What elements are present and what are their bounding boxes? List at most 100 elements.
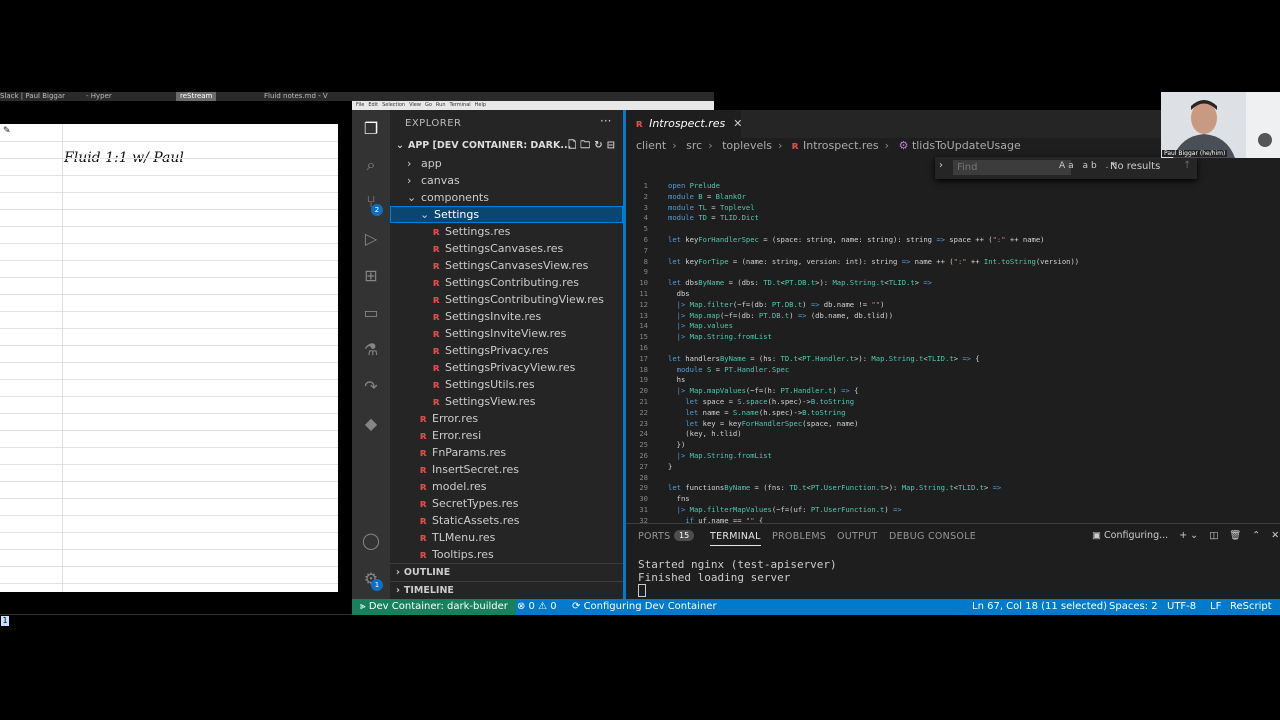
taskbar-item-restream[interactable]: reStream xyxy=(176,92,217,101)
tab-output[interactable]: OUTPUT xyxy=(837,531,878,542)
language-mode[interactable]: ReScript xyxy=(1230,599,1272,615)
search-icon[interactable]: ⌕ xyxy=(362,156,380,174)
extensions-icon[interactable]: ⊞ xyxy=(362,267,380,285)
tree-file[interactable]: ʀ Tooltips.res xyxy=(390,546,623,563)
taskbar-item-hyper[interactable]: - Hyper xyxy=(86,92,112,101)
tree-file[interactable]: ʀ TLMenu.res xyxy=(390,529,623,546)
tab-ports[interactable]: PORTS xyxy=(638,531,670,542)
testing-icon[interactable]: ⚗ xyxy=(362,341,380,359)
project-root[interactable]: ⌄ APP [DEV CONTAINER: DARK... 🗋🗀↻⊟ xyxy=(390,136,623,155)
more-actions-icon[interactable]: ··· xyxy=(600,114,611,128)
toggle-replace-icon[interactable]: › xyxy=(939,160,943,171)
menu-item[interactable]: Selection xyxy=(382,102,405,108)
account-icon[interactable]: ◯ xyxy=(362,532,380,550)
tree-folder[interactable]: ⌄ components xyxy=(390,189,623,206)
problems-status[interactable]: ⊗ 0 ⚠ 0 xyxy=(517,599,557,615)
terminal-task-label[interactable]: Configuring... xyxy=(1104,530,1168,541)
remote-explorer-icon[interactable]: ▭ xyxy=(362,304,380,322)
taskbar-item-slack[interactable]: Slack | Paul Biggar xyxy=(0,92,65,101)
tree-file[interactable]: ʀ FnParams.res xyxy=(390,444,623,461)
tree-file[interactable]: ʀ model.res xyxy=(390,478,623,495)
cursor-position[interactable]: Ln 67, Col 18 (11 selected) xyxy=(972,599,1107,615)
split-icon[interactable]: ◫ xyxy=(1209,530,1218,541)
breadcrumb-item[interactable]: src xyxy=(686,139,702,152)
tree-folder[interactable]: › canvas xyxy=(390,172,623,189)
tree-file[interactable]: ʀ SettingsInviteView.res xyxy=(390,325,623,342)
menu-item[interactable]: Terminal xyxy=(450,102,471,108)
terminal-line: Started nginx (test-apiserver) xyxy=(638,558,837,571)
timeline-section[interactable]: › TIMELINE xyxy=(390,581,623,599)
trash-icon[interactable]: 🗑 xyxy=(1229,530,1241,541)
tree-file[interactable]: ʀ SettingsCanvases.res xyxy=(390,240,623,257)
tab-terminal[interactable]: TERMINAL xyxy=(710,531,761,546)
sync-icon: ⟳ xyxy=(572,601,584,612)
tree-folder[interactable]: › app xyxy=(390,155,623,172)
tree-item-label: canvas xyxy=(421,174,460,187)
tree-item-label: model.res xyxy=(432,480,487,493)
tree-file[interactable]: ʀ SecretTypes.res xyxy=(390,495,623,512)
webcam-feed: Paul Biggar (he/him) xyxy=(1161,92,1280,158)
tab-introspect[interactable]: ʀ Introspect.res ✕ xyxy=(626,110,742,138)
explorer-icon[interactable]: ❐ xyxy=(362,120,380,138)
menu-item[interactable]: Run xyxy=(436,102,446,108)
line-number: 28 xyxy=(639,472,648,482)
menu-item[interactable]: Go xyxy=(425,102,432,108)
menu-item[interactable]: Edit xyxy=(368,102,378,108)
close-icon[interactable]: ✕ xyxy=(1271,530,1279,541)
menu-item[interactable]: File xyxy=(356,102,364,108)
tree-folder[interactable]: ⌄ Settings xyxy=(390,206,623,223)
tree-file[interactable]: ʀ StaticAssets.res xyxy=(390,512,623,529)
line-number: 23 xyxy=(639,418,648,428)
rescript-file-icon: ʀ xyxy=(420,497,428,510)
breadcrumb-item[interactable]: tlidsToUpdateUsage xyxy=(912,139,1021,152)
tree-file[interactable]: ʀ SettingsUtils.res xyxy=(390,376,623,393)
code-text: let handlersByName = (hs: TD.t<PT.Handle… xyxy=(668,353,980,363)
tree-file[interactable]: ʀ SettingsContributing.res xyxy=(390,274,623,291)
notes-rule-line xyxy=(0,158,338,159)
notes-rule-line xyxy=(0,226,338,227)
breadcrumb-item[interactable]: client xyxy=(636,139,666,152)
find-input[interactable] xyxy=(953,160,1071,175)
tree-item-label: Tooltips.res xyxy=(432,548,494,561)
workspace-number[interactable]: 1 xyxy=(1,616,9,626)
tree-file[interactable]: ʀ SettingsInvite.res xyxy=(390,308,623,325)
indentation[interactable]: Spaces: 2 xyxy=(1109,599,1158,615)
tree-file[interactable]: ʀ SettingsPrivacyView.res xyxy=(390,359,623,376)
rescript-file-icon: ʀ xyxy=(420,463,428,476)
taskbar-item-fluid-notes[interactable]: Fluid notes.md - V xyxy=(264,92,328,101)
add-terminal-icon[interactable]: + ⌄ xyxy=(1179,530,1198,541)
tree-file[interactable]: ʀ Settings.res xyxy=(390,223,623,240)
encoding[interactable]: UTF-8 xyxy=(1167,599,1196,615)
tab-problems[interactable]: PROBLEMS xyxy=(772,531,826,542)
live-share-icon[interactable]: ↷ xyxy=(362,378,380,396)
breadcrumb-item[interactable]: Introspect.res xyxy=(803,139,879,152)
code-text: |> Map.String.fromList xyxy=(676,451,772,460)
remote-indicator[interactable]: ⫸ Dev Container: dark-builder xyxy=(352,599,516,615)
tree-file[interactable]: ʀ InsertSecret.res xyxy=(390,461,623,478)
tree-file[interactable]: ʀ Error.resi xyxy=(390,427,623,444)
code-line: 19 hs xyxy=(626,375,685,386)
explorer-actions[interactable]: 🗋🗀↻⊟ xyxy=(568,136,619,155)
git-lens-icon[interactable]: ◆ xyxy=(362,415,380,433)
tree-file[interactable]: ʀ SettingsCanvasesView.res xyxy=(390,257,623,274)
code-editor[interactable]: 1 open Prelude 2 module B = BlankOr 3 module … xyxy=(626,178,1280,523)
line-number: 17 xyxy=(639,353,648,363)
line-number: 20 xyxy=(639,386,648,396)
arrow-up-icon[interactable]: ↑ xyxy=(1183,160,1191,171)
tree-file[interactable]: ʀ SettingsView.res xyxy=(390,393,623,410)
notes-rule-line xyxy=(0,532,338,533)
task-status[interactable]: ⟳ Configuring Dev Container xyxy=(572,599,717,615)
menu-item[interactable]: Help xyxy=(475,102,486,108)
menu-item[interactable]: View xyxy=(409,102,421,108)
chevron-up-icon[interactable]: ⌃ xyxy=(1252,530,1260,541)
tab-debug-console[interactable]: DEBUG CONSOLE xyxy=(889,531,976,542)
breadcrumb-item[interactable]: toplevels xyxy=(722,139,772,152)
terminal-output[interactable]: Started nginx (test-apiserver) Finished … xyxy=(638,558,837,600)
line-ending[interactable]: LF xyxy=(1210,599,1221,615)
tree-file[interactable]: ʀ SettingsPrivacy.res xyxy=(390,342,623,359)
run-debug-icon[interactable]: ▷ xyxy=(362,230,380,248)
outline-section[interactable]: › OUTLINE xyxy=(390,563,623,581)
close-icon[interactable]: ✕ xyxy=(733,117,742,130)
tree-file[interactable]: ʀ Error.res xyxy=(390,410,623,427)
tree-file[interactable]: ʀ SettingsContributingView.res xyxy=(390,291,623,308)
